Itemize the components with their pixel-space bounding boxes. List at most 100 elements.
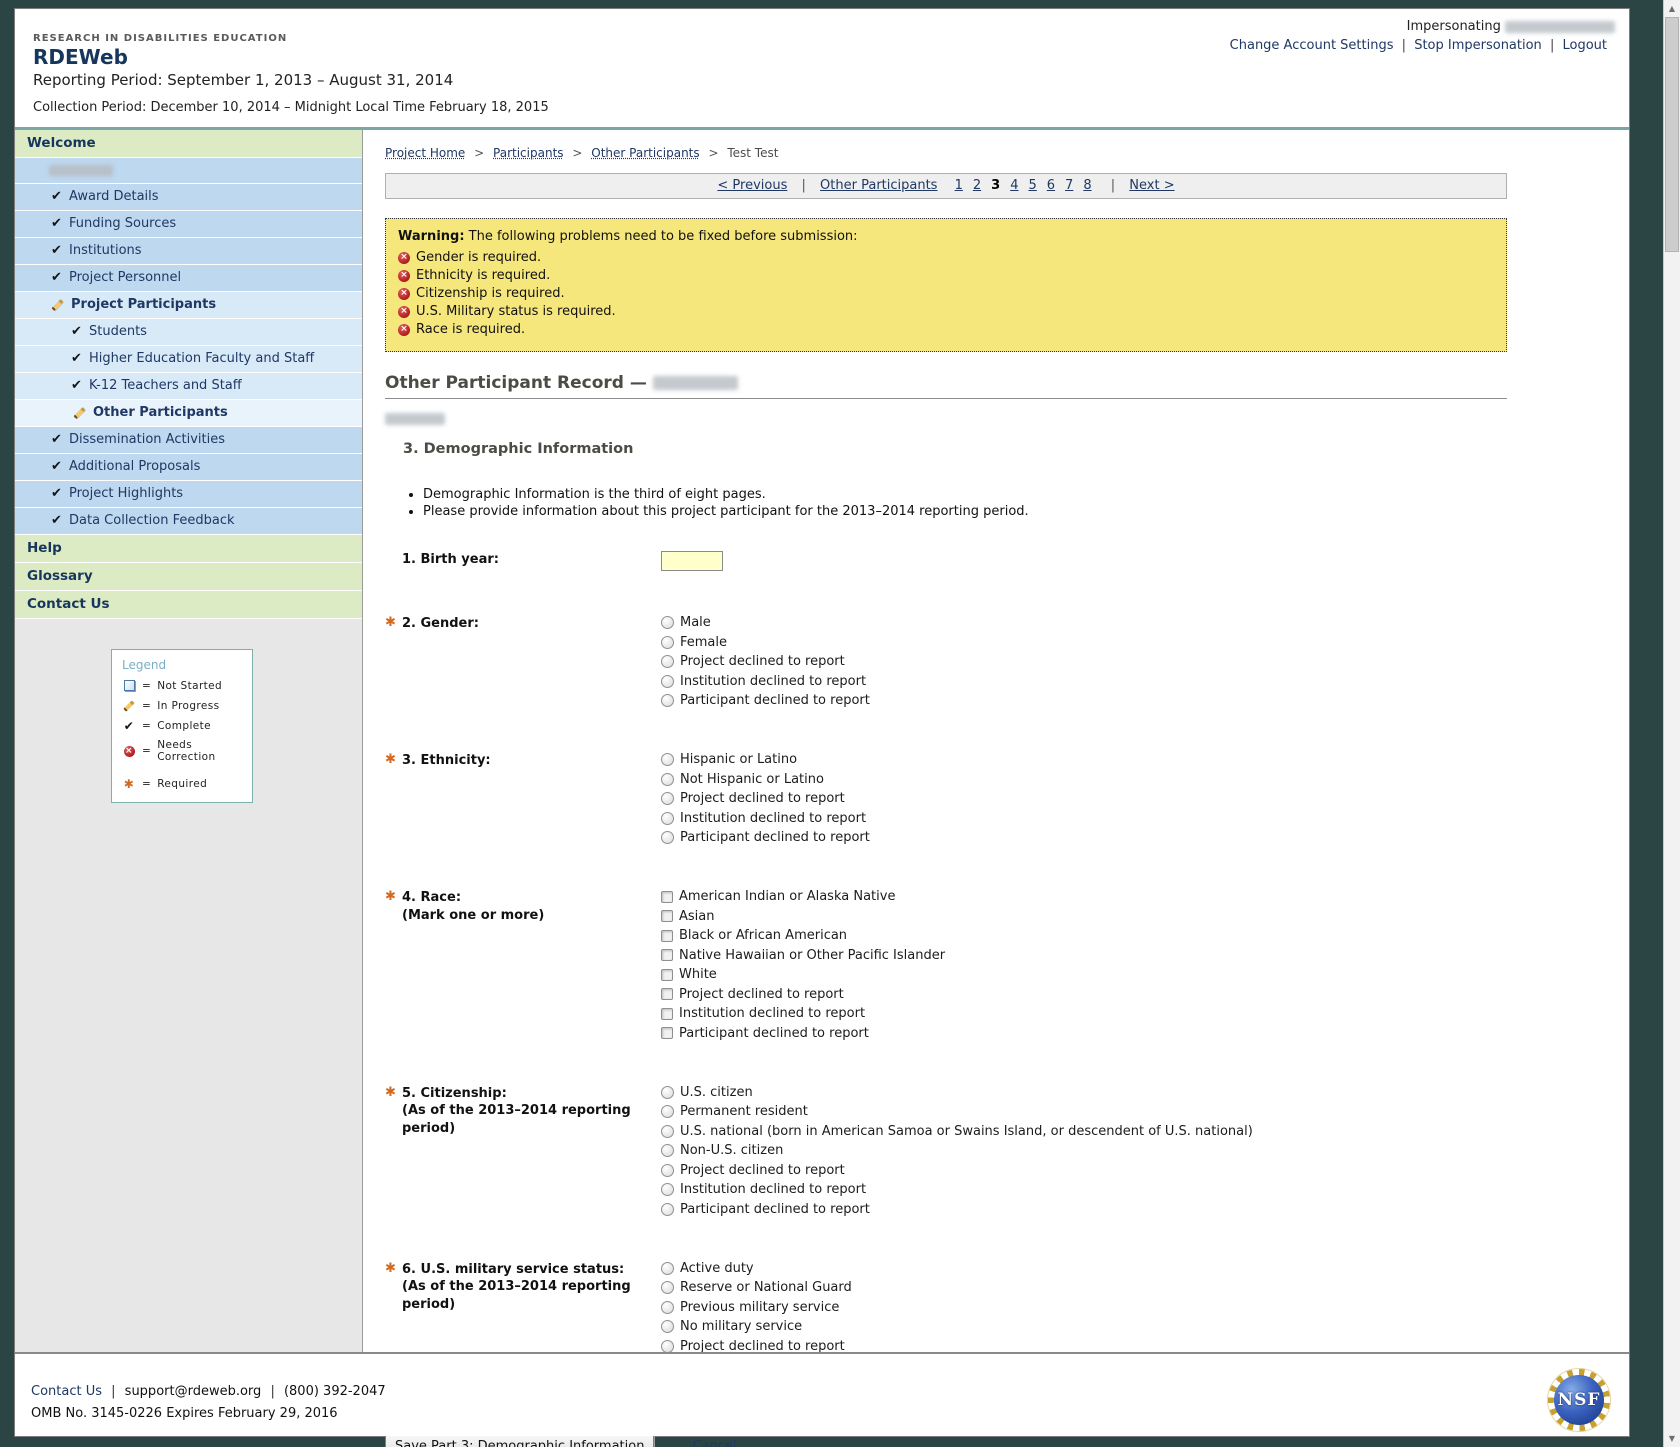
next-link[interactable]: Next > — [1129, 178, 1174, 193]
radio-button[interactable] — [661, 694, 674, 707]
gender-option[interactable]: Project declined to report — [661, 654, 870, 669]
ethnicity-option[interactable]: Project declined to report — [661, 791, 870, 806]
sidebar-item[interactable]: Project Personnel — [15, 265, 362, 292]
sidebar-item[interactable] — [15, 158, 362, 184]
sidebar-item[interactable]: Contact Us — [15, 591, 362, 619]
gender-option[interactable]: Institution declined to report — [661, 674, 870, 689]
military-option[interactable]: Active duty — [661, 1261, 870, 1276]
radio-button[interactable] — [661, 792, 674, 805]
citizenship-option[interactable]: Project declined to report — [661, 1163, 1253, 1178]
gender-option[interactable]: Female — [661, 635, 870, 650]
page-number-link[interactable]: 7 — [1065, 178, 1073, 193]
birth-year-input[interactable] — [661, 551, 723, 571]
race-option[interactable]: Institution declined to report — [661, 1006, 945, 1021]
radio-button[interactable] — [661, 1144, 674, 1157]
radio-button[interactable] — [661, 1105, 674, 1118]
checkbox[interactable] — [661, 988, 673, 1000]
radio-button[interactable] — [661, 831, 674, 844]
breadcrumb-link[interactable]: Participants — [493, 146, 564, 160]
checkbox[interactable] — [661, 949, 673, 961]
sidebar-item[interactable]: Students — [15, 319, 362, 346]
page-number-link[interactable]: 5 — [1028, 178, 1036, 193]
radio-button[interactable] — [661, 655, 674, 668]
sidebar-item[interactable]: Help — [15, 535, 362, 563]
ethnicity-option[interactable]: Participant declined to report — [661, 830, 870, 845]
sidebar-item[interactable]: Project Highlights — [15, 481, 362, 508]
radio-button[interactable] — [661, 675, 674, 688]
radio-button[interactable] — [661, 753, 674, 766]
gender-option[interactable]: Male — [661, 615, 870, 630]
ethnicity-option[interactable]: Institution declined to report — [661, 811, 870, 826]
radio-button[interactable] — [661, 1340, 674, 1353]
sidebar-item[interactable]: Award Details — [15, 184, 362, 211]
radio-button[interactable] — [661, 636, 674, 649]
race-option[interactable]: Project declined to report — [661, 987, 945, 1002]
ethnicity-option[interactable]: Not Hispanic or Latino — [661, 772, 870, 787]
radio-button[interactable] — [661, 1183, 674, 1196]
radio-button[interactable] — [661, 1125, 674, 1138]
page-number-link[interactable]: 4 — [1010, 178, 1018, 193]
sidebar-item[interactable]: Dissemination Activities — [15, 427, 362, 454]
checkbox[interactable] — [661, 1008, 673, 1020]
radio-button[interactable] — [661, 1301, 674, 1314]
race-option[interactable]: American Indian or Alaska Native — [661, 889, 945, 904]
scroll-up-icon[interactable]: ▲ — [1664, 0, 1680, 17]
military-option[interactable]: Reserve or National Guard — [661, 1280, 870, 1295]
checkbox[interactable] — [661, 969, 673, 981]
breadcrumb-link[interactable]: Project Home — [385, 146, 465, 160]
cancel-link[interactable]: Cancel — [692, 1439, 736, 1447]
page-number-link[interactable]: 8 — [1083, 178, 1091, 193]
military-option[interactable]: No military service — [661, 1319, 870, 1334]
other-participants-link[interactable]: Other Participants — [820, 178, 937, 193]
sidebar-item[interactable]: Glossary — [15, 563, 362, 591]
race-option[interactable]: Asian — [661, 909, 945, 924]
sidebar-item[interactable]: Other Participants — [15, 400, 362, 427]
radio-button[interactable] — [661, 1320, 674, 1333]
radio-button[interactable] — [661, 1203, 674, 1216]
sidebar-item[interactable]: Higher Education Faculty and Staff — [15, 346, 362, 373]
race-option[interactable]: Native Hawaiian or Other Pacific Islande… — [661, 948, 945, 963]
sidebar-item[interactable]: Additional Proposals — [15, 454, 362, 481]
citizenship-option[interactable]: Institution declined to report — [661, 1182, 1253, 1197]
account-link[interactable]: Stop Impersonation — [1414, 38, 1542, 53]
sidebar-item[interactable]: K-12 Teachers and Staff — [15, 373, 362, 400]
account-link[interactable]: Change Account Settings — [1230, 38, 1394, 53]
sidebar-item[interactable]: Project Participants — [15, 292, 362, 319]
page-number-link[interactable]: 6 — [1047, 178, 1055, 193]
radio-button[interactable] — [661, 1164, 674, 1177]
sidebar-item[interactable]: Data Collection Feedback — [15, 508, 362, 535]
radio-button[interactable] — [661, 1281, 674, 1294]
checkbox[interactable] — [661, 930, 673, 942]
page-number-link[interactable]: 3 — [991, 178, 1000, 193]
military-option[interactable]: Previous military service — [661, 1300, 870, 1315]
citizenship-option[interactable]: U.S. national (born in American Samoa or… — [661, 1124, 1253, 1139]
citizenship-option[interactable]: Participant declined to report — [661, 1202, 1253, 1217]
radio-button[interactable] — [661, 812, 674, 825]
race-option[interactable]: Participant declined to report — [661, 1026, 945, 1041]
page-number-link[interactable]: 2 — [973, 178, 981, 193]
sidebar-item[interactable]: Institutions — [15, 238, 362, 265]
radio-button[interactable] — [661, 1262, 674, 1275]
radio-button[interactable] — [661, 616, 674, 629]
citizenship-option[interactable]: Non-U.S. citizen — [661, 1143, 1253, 1158]
footer-contact-link[interactable]: Contact Us — [31, 1384, 102, 1399]
race-option[interactable]: White — [661, 967, 945, 982]
sidebar-item[interactable]: Welcome — [15, 130, 362, 158]
previous-link[interactable]: < Previous — [717, 178, 787, 193]
scroll-down-icon[interactable]: ▼ — [1664, 1430, 1680, 1447]
sidebar-item[interactable]: Funding Sources — [15, 211, 362, 238]
breadcrumb-link[interactable]: Other Participants — [591, 146, 699, 160]
checkbox[interactable] — [661, 891, 673, 903]
page-number-link[interactable]: 1 — [955, 178, 963, 193]
citizenship-option[interactable]: U.S. citizen — [661, 1085, 1253, 1100]
account-link[interactable]: Logout — [1562, 38, 1607, 53]
checkbox[interactable] — [661, 1027, 673, 1039]
radio-button[interactable] — [661, 1086, 674, 1099]
radio-button[interactable] — [661, 773, 674, 786]
ethnicity-option[interactable]: Hispanic or Latino — [661, 752, 870, 767]
gender-option[interactable]: Participant declined to report — [661, 693, 870, 708]
citizenship-option[interactable]: Permanent resident — [661, 1104, 1253, 1119]
scrollbar-thumb[interactable] — [1665, 17, 1679, 252]
race-option[interactable]: Black or African American — [661, 928, 945, 943]
scrollbar[interactable]: ▲ ▼ — [1663, 0, 1680, 1447]
